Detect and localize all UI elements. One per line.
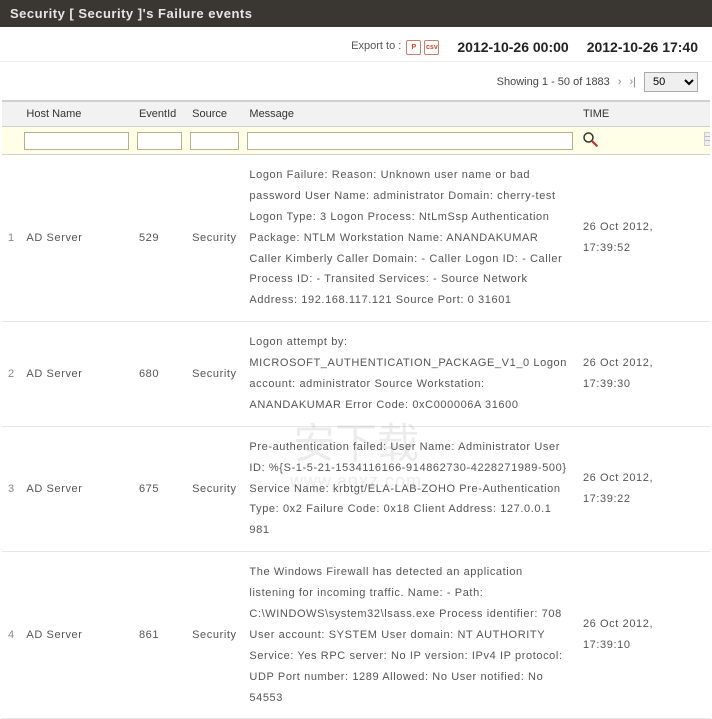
filter-eventid-input[interactable] xyxy=(137,132,182,150)
export-group: Export to : P csv xyxy=(351,40,439,55)
toolbar: Export to : P csv 2012-10-26 00:00 2012-… xyxy=(0,27,712,62)
cell-message: Logon Failure: Reason: Unknown user name… xyxy=(243,155,577,322)
cell-message: Pre-authentication failed: User Name: Ad… xyxy=(243,426,577,551)
cell-host: AD Server xyxy=(20,322,133,427)
col-header-time[interactable]: TIME xyxy=(577,101,710,127)
table-row[interactable]: 1AD Server529SecurityLogon Failure: Reas… xyxy=(2,155,710,322)
cell-time: 26 Oct 2012, 17:39:52 xyxy=(577,155,710,322)
cell-eventid: 529 xyxy=(133,155,186,322)
cell-source: Security xyxy=(186,155,243,322)
cell-host: AD Server xyxy=(20,155,133,322)
page-title: Security [ Security ]'s Failure events xyxy=(0,0,712,27)
pager: Showing 1 - 50 of 1883 › ›| 50 xyxy=(0,62,712,100)
cell-eventid: 680 xyxy=(133,322,186,427)
search-icon[interactable] xyxy=(581,130,599,148)
pager-last-button[interactable]: ›| xyxy=(629,76,636,88)
cell-num: 3 xyxy=(2,426,20,551)
cell-num: 1 xyxy=(2,155,20,322)
time-range: 2012-10-26 00:00 2012-10-26 17:40 xyxy=(457,39,698,55)
table-row[interactable]: 4AD Server861SecurityThe Windows Firewal… xyxy=(2,552,710,719)
cell-num: 2 xyxy=(2,322,20,427)
page-size-select[interactable]: 50 xyxy=(644,72,698,92)
filter-message-input[interactable] xyxy=(247,132,573,150)
cell-source: Security xyxy=(186,552,243,719)
showing-text: Showing 1 - 50 of 1883 xyxy=(497,76,610,88)
cell-source: Security xyxy=(186,322,243,427)
filter-source-input[interactable] xyxy=(190,132,239,150)
col-header-num xyxy=(2,101,20,127)
col-header-host[interactable]: Host Name xyxy=(20,101,133,127)
table-body: 1AD Server529SecurityLogon Failure: Reas… xyxy=(2,155,710,719)
filter-row xyxy=(2,127,710,155)
table-row[interactable]: 2AD Server680SecurityLogon attempt by: M… xyxy=(2,322,710,427)
cell-message: Logon attempt by: MICROSOFT_AUTHENTICATI… xyxy=(243,322,577,427)
cell-time: 26 Oct 2012, 17:39:22 xyxy=(577,426,710,551)
col-header-message[interactable]: Message xyxy=(243,101,577,127)
filter-host-input[interactable] xyxy=(24,132,129,150)
cell-host: AD Server xyxy=(20,426,133,551)
events-table: Host Name EventId Source Message TIME xyxy=(2,100,710,719)
export-csv-icon[interactable]: csv xyxy=(424,40,439,55)
time-from: 2012-10-26 00:00 xyxy=(457,39,568,55)
export-label: Export to : xyxy=(351,40,401,52)
cell-message: The Windows Firewall has detected an app… xyxy=(243,552,577,719)
cell-source: Security xyxy=(186,426,243,551)
col-header-eventid[interactable]: EventId xyxy=(133,101,186,127)
time-to: 2012-10-26 17:40 xyxy=(587,39,698,55)
cell-eventid: 861 xyxy=(133,552,186,719)
pager-next-button[interactable]: › xyxy=(618,76,622,88)
column-picker-handle[interactable] xyxy=(704,132,710,146)
cell-time: 26 Oct 2012, 17:39:30 xyxy=(577,322,710,427)
table-wrap: Host Name EventId Source Message TIME xyxy=(0,100,712,719)
cell-host: AD Server xyxy=(20,552,133,719)
table-row[interactable]: 3AD Server675SecurityPre-authentication … xyxy=(2,426,710,551)
col-header-source[interactable]: Source xyxy=(186,101,243,127)
export-pdf-icon[interactable]: P xyxy=(406,40,421,55)
cell-eventid: 675 xyxy=(133,426,186,551)
cell-num: 4 xyxy=(2,552,20,719)
cell-time: 26 Oct 2012, 17:39:10 xyxy=(577,552,710,719)
